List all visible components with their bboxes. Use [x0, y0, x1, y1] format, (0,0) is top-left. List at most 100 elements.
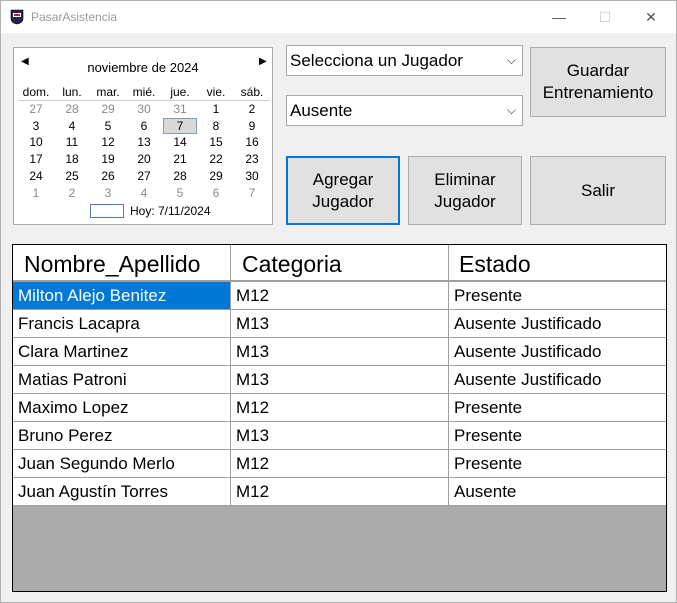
calendar-day[interactable]: 28	[54, 101, 90, 118]
table-row[interactable]: Milton Alejo Benitez M12 Presente	[13, 282, 666, 310]
calendar-day[interactable]: 28	[162, 168, 198, 185]
calendar-day[interactable]: 30	[126, 101, 162, 118]
calendar-day[interactable]: 6	[126, 118, 162, 135]
cell-category[interactable]: M13	[231, 422, 449, 450]
calendar-day[interactable]: 1	[18, 185, 54, 202]
calendar-today[interactable]: Hoy: 7/11/2024	[90, 204, 211, 218]
cell-category[interactable]: M12	[231, 394, 449, 422]
table-row[interactable]: Francis Lacapra M13 Ausente Justificado	[13, 310, 666, 338]
exit-button[interactable]: Salir	[530, 156, 666, 225]
cell-category[interactable]: M13	[231, 310, 449, 338]
calendar-day[interactable]: 19	[90, 151, 126, 168]
cell-status[interactable]: Presente	[449, 422, 666, 450]
table-row[interactable]: Bruno Perez M13 Presente	[13, 422, 666, 450]
cell-name[interactable]: Juan Segundo Merlo	[13, 450, 231, 478]
calendar-day[interactable]: 4	[54, 118, 90, 135]
cell-name[interactable]: Maximo Lopez	[13, 394, 231, 422]
table-row[interactable]: Clara Martinez M13 Ausente Justificado	[13, 338, 666, 366]
calendar-day[interactable]: 5	[90, 118, 126, 135]
add-player-button[interactable]: Agregar Jugador	[286, 156, 400, 225]
maximize-button[interactable]: ☐	[582, 1, 628, 33]
cell-category[interactable]: M12	[231, 450, 449, 478]
cell-name[interactable]: Milton Alejo Benitez	[13, 282, 231, 310]
calendar-day-number: 18	[65, 152, 79, 167]
calendar-weekday-label: vie.	[206, 85, 226, 99]
title-bar[interactable]: PasarAsistencia — ☐ ✕	[1, 1, 676, 33]
cell-category[interactable]: M12	[231, 478, 449, 506]
cell-status[interactable]: Ausente	[449, 478, 666, 506]
calendar-day[interactable]: 11	[54, 134, 90, 151]
table-row[interactable]: Juan Agustín Torres M12 Ausente	[13, 478, 666, 506]
calendar-day[interactable]: 15	[198, 134, 234, 151]
cell-name[interactable]: Francis Lacapra	[13, 310, 231, 338]
calendar-day[interactable]: 6	[198, 185, 234, 202]
table-row[interactable]: Matias Patroni M13 Ausente Justificado	[13, 366, 666, 394]
cell-status[interactable]: Ausente Justificado	[449, 338, 666, 366]
table-row[interactable]: Juan Segundo Merlo M12 Presente	[13, 450, 666, 478]
calendar-day-number: 19	[101, 152, 115, 167]
calendar-day[interactable]: 3	[90, 185, 126, 202]
cell-name[interactable]: Matias Patroni	[13, 366, 231, 394]
next-month-icon[interactable]: ▶	[259, 56, 267, 67]
calendar-day[interactable]: 2	[54, 185, 90, 202]
save-training-button[interactable]: Guardar Entrenamiento	[530, 47, 666, 117]
calendar-weekday-label: sáb.	[240, 85, 264, 99]
calendar-day[interactable]: 2	[234, 101, 270, 118]
minimize-button[interactable]: —	[536, 1, 582, 33]
calendar-day[interactable]: 25	[54, 168, 90, 185]
cell-status[interactable]: Ausente Justificado	[449, 366, 666, 394]
calendar-day[interactable]: 18	[54, 151, 90, 168]
calendar-day[interactable]: 22	[198, 151, 234, 168]
calendar-day-number: 17	[29, 152, 43, 167]
calendar-month-title[interactable]: noviembre de 2024	[14, 60, 272, 75]
calendar-day[interactable]: 31	[162, 101, 198, 118]
calendar-day[interactable]: 4	[126, 185, 162, 202]
attendance-grid[interactable]: Nombre_Apellido Categoria Estado Milton …	[12, 244, 667, 592]
calendar-day[interactable]: 26	[90, 168, 126, 185]
cell-status[interactable]: Presente	[449, 450, 666, 478]
player-select[interactable]: Selecciona un Jugador ⌵	[286, 45, 523, 76]
calendar-day-number: 2	[248, 101, 256, 116]
cell-status[interactable]: Ausente Justificado	[449, 310, 666, 338]
calendar-day[interactable]: 27	[126, 168, 162, 185]
calendar-day-number: 6	[140, 118, 148, 133]
cell-category[interactable]: M13	[231, 366, 449, 394]
cell-category[interactable]: M12	[231, 282, 449, 310]
calendar-day[interactable]: 17	[18, 151, 54, 168]
status-select[interactable]: Ausente ⌵	[286, 95, 523, 126]
delete-player-button[interactable]: Eliminar Jugador	[408, 156, 522, 225]
calendar-day[interactable]: 29	[90, 101, 126, 118]
calendar-day[interactable]: 20	[126, 151, 162, 168]
calendar-day[interactable]: 5	[162, 185, 198, 202]
calendar-day[interactable]: 14	[162, 134, 198, 151]
calendar-day[interactable]: 24	[18, 168, 54, 185]
cell-name[interactable]: Bruno Perez	[13, 422, 231, 450]
calendar-day[interactable]: 3	[18, 118, 54, 135]
calendar-day[interactable]: 1	[198, 101, 234, 118]
calendar-day[interactable]: 10	[18, 134, 54, 151]
calendar-day[interactable]: 7	[234, 185, 270, 202]
calendar-day[interactable]: 12	[90, 134, 126, 151]
calendar-day-selected[interactable]: 7	[162, 117, 198, 135]
cell-name[interactable]: Clara Martinez	[13, 338, 231, 366]
calendar-day[interactable]: 30	[234, 168, 270, 185]
column-header-category[interactable]: Categoria	[231, 245, 449, 281]
calendar-day-number: 9	[248, 118, 256, 133]
table-row[interactable]: Maximo Lopez M12 Presente	[13, 394, 666, 422]
cell-category[interactable]: M13	[231, 338, 449, 366]
calendar-day[interactable]: 21	[162, 151, 198, 168]
month-calendar[interactable]: ◀ noviembre de 2024 ▶ dom. lun. mar. mié. ju…	[13, 47, 273, 225]
cell-status[interactable]: Presente	[449, 394, 666, 422]
close-button[interactable]: ✕	[628, 1, 674, 33]
cell-status[interactable]: Presente	[449, 282, 666, 310]
cell-name[interactable]: Juan Agustín Torres	[13, 478, 231, 506]
calendar-day[interactable]: 13	[126, 134, 162, 151]
calendar-day[interactable]: 9	[234, 118, 270, 135]
calendar-day[interactable]: 27	[18, 101, 54, 118]
calendar-day[interactable]: 29	[198, 168, 234, 185]
calendar-day[interactable]: 23	[234, 151, 270, 168]
column-header-name[interactable]: Nombre_Apellido	[13, 245, 231, 281]
column-header-status[interactable]: Estado	[449, 245, 666, 281]
calendar-day[interactable]: 8	[198, 118, 234, 135]
calendar-day[interactable]: 16	[234, 134, 270, 151]
